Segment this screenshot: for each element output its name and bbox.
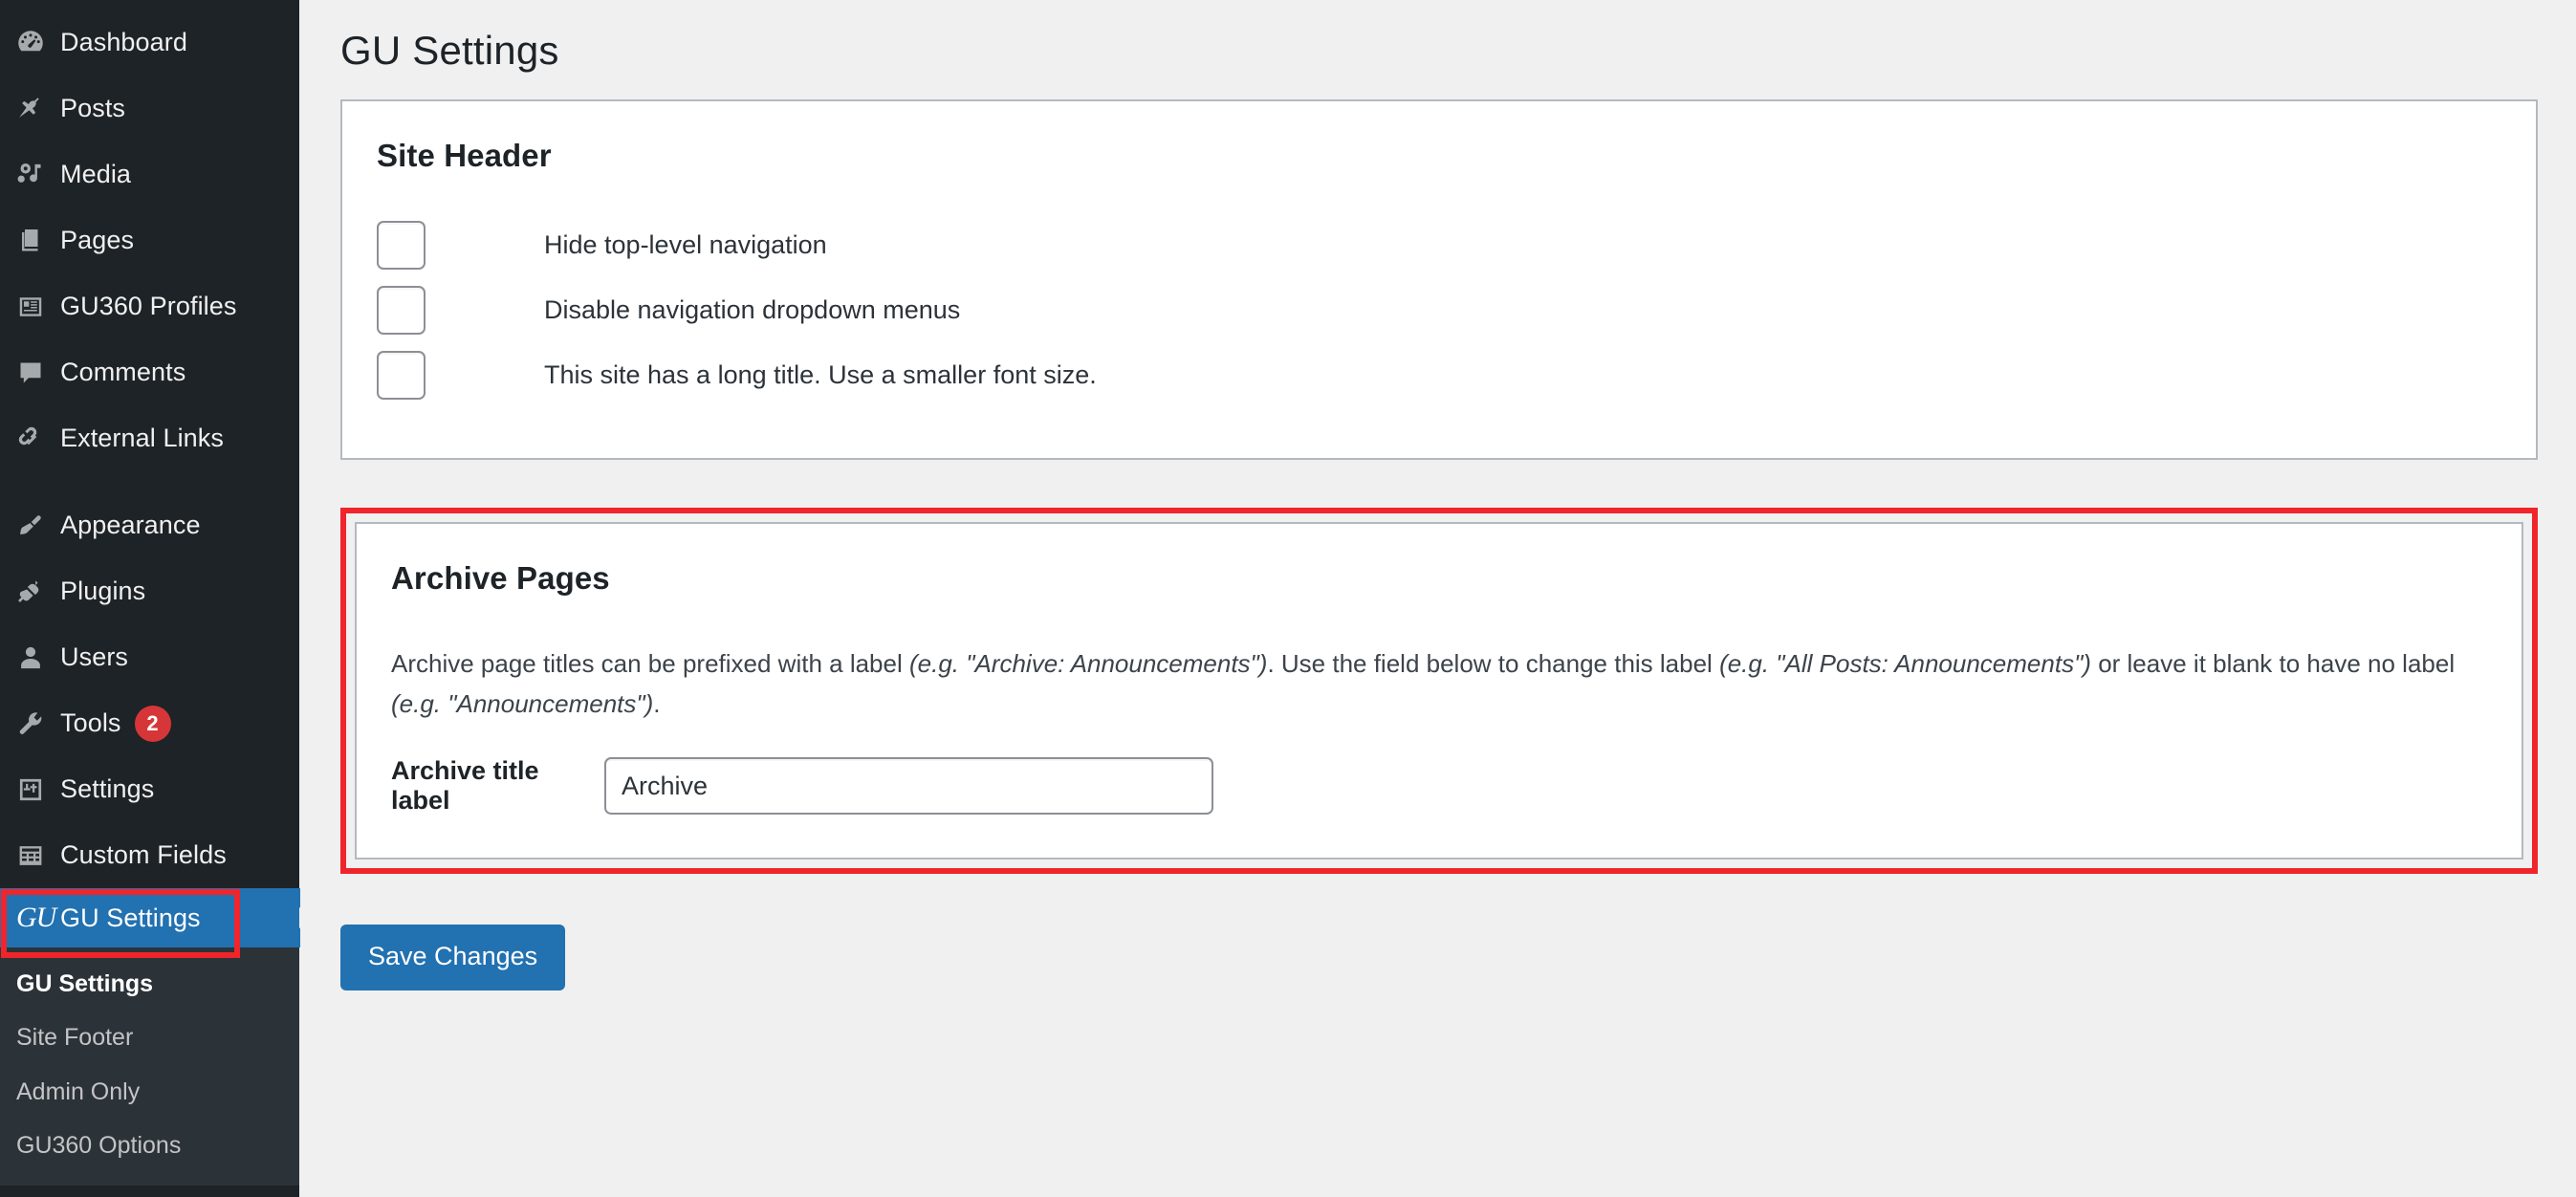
desc-example-1: (e.g. "Archive: Announcements") xyxy=(908,649,1268,678)
sidebar-item-label: Users xyxy=(60,642,129,671)
admin-submenu: GU Settings Site Footer Admin Only GU360 Op… xyxy=(0,947,299,1186)
checkbox-label[interactable]: This site has a long title. Use a smalle… xyxy=(544,359,1097,392)
submenu-item-gu-settings[interactable]: GU Settings xyxy=(0,957,299,1011)
desc-example-3: (e.g. "Announcements") xyxy=(391,689,654,719)
sidebar-item-comments[interactable]: Comments xyxy=(0,339,299,405)
sidebar-item-tools[interactable]: Tools 2 xyxy=(0,690,299,756)
sidebar-item-dashboard[interactable]: Dashboard xyxy=(0,10,299,76)
sidebar-item-label: Appearance xyxy=(60,511,201,539)
site-header-checkbox-list: Hide top-level navigation Disable navigat… xyxy=(377,221,2501,400)
sidebar-item-users[interactable]: Users xyxy=(0,624,299,690)
sidebar-item-pages[interactable]: Pages xyxy=(0,207,299,273)
sidebar-item-settings[interactable]: Settings xyxy=(0,756,299,822)
save-changes-button[interactable]: Save Changes xyxy=(340,925,566,991)
submit-area: Save Changes xyxy=(340,874,2538,991)
archive-pages-description: Archive page titles can be prefixed with… xyxy=(391,643,2487,724)
link-icon xyxy=(16,424,60,453)
sidebar-item-external-links[interactable]: External Links xyxy=(0,405,299,471)
checkbox-row: Hide top-level navigation xyxy=(377,221,2501,270)
dashboard-icon xyxy=(16,29,60,57)
comment-icon xyxy=(16,359,60,387)
pages-icon xyxy=(16,227,60,255)
checkbox-disable-navigation-dropdown-menus[interactable] xyxy=(377,286,426,335)
media-icon xyxy=(16,161,60,189)
archive-pages-panel: Archive Pages Archive page titles can be… xyxy=(355,522,2523,860)
checkbox-hide-top-level-navigation[interactable] xyxy=(377,221,426,270)
sidebar-item-gu-settings[interactable]: GU GU Settings xyxy=(0,888,300,947)
archive-title-label-label: Archive title label xyxy=(391,756,539,816)
paintbrush-icon xyxy=(16,511,60,540)
checkbox-label[interactable]: Disable navigation dropdown menus xyxy=(544,294,960,327)
sidebar-item-gu360-profiles[interactable]: GU360 Profiles xyxy=(0,273,299,339)
page-title: GU Settings xyxy=(340,28,559,73)
desc-part-1: Archive page titles can be prefixed with… xyxy=(391,649,909,678)
table-icon xyxy=(16,841,60,870)
plug-icon xyxy=(16,577,60,606)
sidebar-item-label: External Links xyxy=(60,424,224,452)
sidebar-item-label: Custom Fields xyxy=(60,840,227,869)
checkbox-row: Disable navigation dropdown menus xyxy=(377,286,2501,335)
sidebar-item-label: Dashboard xyxy=(60,28,187,56)
desc-example-2: (e.g. "All Posts: Announcements") xyxy=(1719,649,2091,678)
sidebar-item-badge: 2 xyxy=(134,705,171,742)
main-content: GU Settings Site Header Hide top-level n… xyxy=(299,0,2576,1197)
sidebar-item-label: Tools xyxy=(60,708,121,737)
desc-part-3: or leave it blank to have no label xyxy=(2090,649,2456,678)
admin-sidebar: Dashboard Posts Media Pages GU360 Profiles Co… xyxy=(0,0,300,1197)
pin-icon xyxy=(16,95,60,123)
admin-screen: Dashboard Posts Media Pages GU360 Profiles Co… xyxy=(0,0,2576,1197)
checkbox-smaller-font-size[interactable] xyxy=(377,351,426,400)
sidebar-item-label: Settings xyxy=(60,774,155,803)
desc-part-2: . Use the field below to change this lab… xyxy=(1267,649,1720,678)
sidebar-separator xyxy=(0,471,299,492)
submenu-item-gu360-options[interactable]: GU360 Options xyxy=(0,1119,299,1172)
chevron-left-icon xyxy=(272,888,300,947)
sidebar-item-label: Media xyxy=(60,160,132,188)
sidebar-item-posts[interactable]: Posts xyxy=(0,76,299,141)
sidebar-item-label: Comments xyxy=(60,358,186,386)
id-card-icon xyxy=(16,293,60,321)
archive-title-label-input[interactable] xyxy=(604,757,1213,816)
sidebar-item-label: Posts xyxy=(60,94,126,122)
sidebar-item-media[interactable]: Media xyxy=(0,141,299,207)
sidebar-item-custom-fields[interactable]: Custom Fields xyxy=(0,822,299,888)
sliders-icon xyxy=(16,775,60,804)
submenu-item-site-footer[interactable]: Site Footer xyxy=(0,1011,299,1064)
archive-title-label-field-row: Archive title label xyxy=(391,756,2487,816)
user-icon xyxy=(16,643,60,672)
annotation-box-archive-pages: Archive Pages Archive page titles can be… xyxy=(340,508,2538,875)
sidebar-item-label: Pages xyxy=(60,226,135,254)
checkbox-label[interactable]: Hide top-level navigation xyxy=(544,229,827,262)
checkbox-row: This site has a long title. Use a smalle… xyxy=(377,351,2501,400)
submenu-item-admin-only[interactable]: Admin Only xyxy=(0,1065,299,1119)
desc-part-4: . xyxy=(653,689,661,719)
archive-pages-title: Archive Pages xyxy=(391,560,610,596)
sidebar-item-appearance[interactable]: Appearance xyxy=(0,492,299,558)
panel-spacer xyxy=(340,460,2538,508)
gu-logo-icon: GU xyxy=(16,902,56,933)
site-header-panel: Site Header Hide top-level navigation Dis… xyxy=(340,99,2538,460)
sidebar-item-label: Plugins xyxy=(60,577,146,605)
site-header-title: Site Header xyxy=(377,138,552,173)
sidebar-item-label: GU Settings xyxy=(60,903,201,932)
wrench-icon xyxy=(16,709,60,738)
sidebar-item-label: GU360 Profiles xyxy=(60,292,237,320)
sidebar-item-plugins[interactable]: Plugins xyxy=(0,558,299,624)
